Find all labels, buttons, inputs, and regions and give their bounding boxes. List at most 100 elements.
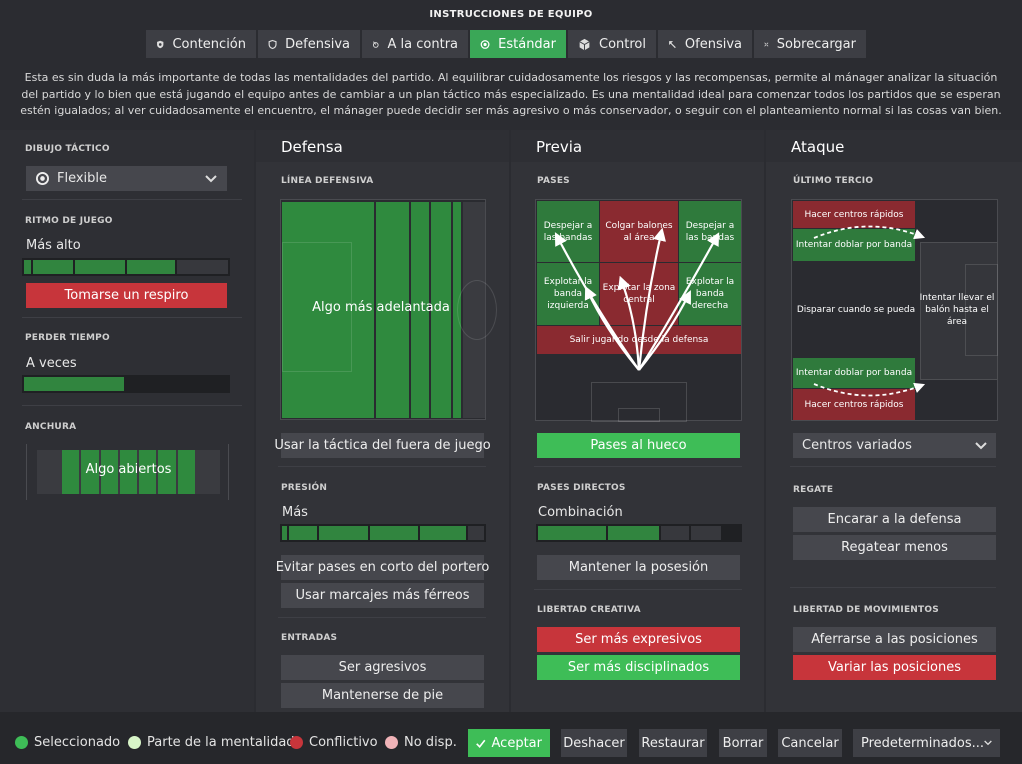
tab-estandar[interactable]: Estándar: [470, 30, 566, 58]
tempo-value: Más alto: [26, 238, 81, 253]
mentality-description: Esta es sin duda la más importante de to…: [20, 71, 1002, 117]
chevron-down-icon: [984, 740, 992, 746]
legend-mentality: Parte de la mentalidad: [128, 735, 295, 750]
accept-label: Aceptar: [491, 735, 542, 751]
tackle-harder-button[interactable]: Ser agresivos: [281, 655, 484, 680]
direct-passing-value: Combinación: [538, 505, 623, 520]
direct-passing-label: PASES DIRECTOS: [537, 483, 626, 493]
attack-heading: Ataque: [766, 130, 1022, 162]
target-icon: [36, 172, 49, 185]
formation-select[interactable]: Flexible: [26, 166, 227, 191]
mentality-tabs: Contención Defensiva A la contra Estánda…: [146, 30, 866, 58]
retain-possession-button[interactable]: Mantener la posesión: [537, 555, 740, 580]
divider: [790, 466, 996, 467]
stay-on-feet-button[interactable]: Mantenerse de pie: [281, 683, 484, 708]
divider: [22, 317, 242, 318]
tempo-label: RITMO DE JUEGO: [25, 216, 113, 226]
offside-trap-button[interactable]: Usar la táctica del fuera de juego: [274, 433, 491, 458]
tab-defensiva[interactable]: Defensiva: [258, 30, 360, 58]
divider: [22, 199, 242, 200]
buildup-heading: Previa: [511, 130, 764, 162]
divider: [790, 587, 996, 588]
width-value: Algo abiertos: [85, 462, 172, 477]
presets-dropdown[interactable]: Predeterminados...: [853, 729, 1000, 757]
tab-a-la-contra[interactable]: A la contra: [362, 30, 468, 58]
legend-label: Seleccionado: [34, 735, 121, 750]
run-at-defence-button[interactable]: Encarar a la defensa: [793, 507, 996, 532]
press-slider[interactable]: [280, 524, 486, 542]
legend-dot: [290, 736, 303, 749]
legend-label: Conflictivo: [309, 735, 378, 750]
shield-icon: [268, 39, 277, 49]
page-title: INSTRUCCIONES DE EQUIPO: [429, 9, 593, 20]
legend-unavailable: No disp.: [385, 735, 457, 750]
formation-label: DIBUJO TÁCTICO: [25, 144, 110, 154]
legend-label: Parte de la mentalidad: [147, 735, 295, 750]
tab-label: Contención: [172, 36, 246, 52]
tab-control[interactable]: Control: [568, 30, 656, 58]
timewasting-slider[interactable]: [22, 375, 230, 393]
timewasting-label: PERDER TIEMPO: [25, 333, 110, 343]
passes-label: PASES: [537, 176, 570, 186]
passing-pitch[interactable]: Despejar a las bandas Colgar balones al …: [535, 199, 742, 422]
legend-dot: [385, 736, 398, 749]
tab-label: Ofensiva: [684, 36, 742, 52]
tab-contencion[interactable]: Contención: [146, 30, 256, 58]
final-third-pitch[interactable]: Hacer centros rápidos Intentar doblar po…: [791, 199, 998, 421]
crossing-select[interactable]: Centros variados: [793, 433, 996, 458]
chevron-down-icon: [975, 441, 987, 449]
legend-dot: [128, 736, 141, 749]
hold-positions-button[interactable]: Aferrarse a las posiciones: [793, 627, 996, 652]
tab-label: Defensiva: [285, 36, 350, 52]
divider: [278, 466, 486, 467]
defense-heading: Defensa: [256, 130, 509, 162]
undo-button[interactable]: Deshacer: [561, 729, 627, 757]
tempo-slider[interactable]: [22, 258, 230, 276]
tab-ofensiva[interactable]: Ofensiva: [658, 30, 752, 58]
passing-arrows: [554, 227, 720, 371]
accept-button[interactable]: Aceptar: [468, 729, 550, 757]
overload-icon: [764, 41, 769, 47]
dribble-less-button[interactable]: Regatear menos: [793, 535, 996, 560]
defensive-line-label: LÍNEA DEFENSIVA: [281, 176, 374, 186]
divider: [534, 466, 742, 467]
press-label: PRESIÓN: [281, 483, 328, 493]
width-label: ANCHURA: [25, 422, 77, 432]
tempo-button[interactable]: Tomarse un respiro: [26, 283, 227, 308]
be-disciplined-button[interactable]: Ser más disciplinados: [537, 655, 740, 680]
divider: [278, 617, 486, 618]
direct-passing-slider[interactable]: [536, 524, 742, 542]
dribbling-label: REGATE: [793, 485, 834, 495]
tab-sobrecargar[interactable]: Sobrecargar: [754, 30, 866, 58]
tab-label: Estándar: [498, 36, 556, 52]
restore-button[interactable]: Restaurar: [639, 729, 707, 757]
formation-value: Flexible: [57, 171, 108, 186]
roam-positions-button[interactable]: Variar las posiciones: [793, 655, 996, 680]
through-balls-button[interactable]: Pases al hueco: [537, 433, 740, 458]
tackling-label: ENTRADAS: [281, 633, 338, 643]
chevron-down-icon: [205, 174, 217, 182]
press-value: Más: [282, 505, 308, 520]
attack-arrow-icon: [669, 40, 676, 48]
cancel-button[interactable]: Cancelar: [778, 729, 842, 757]
defensive-line-value: Algo más adelantada: [312, 300, 450, 315]
delete-button[interactable]: Borrar: [719, 729, 767, 757]
divider: [22, 405, 242, 406]
shield-lock-icon: [157, 40, 164, 48]
tight-marking-button[interactable]: Usar marcajes más férreos: [281, 583, 484, 608]
be-expressive-button[interactable]: Ser más expresivos: [537, 627, 740, 652]
legend-selected: Seleccionado: [15, 735, 120, 750]
check-icon: [476, 739, 486, 748]
timewasting-value: A veces: [26, 356, 77, 371]
goalkeeper-short-button[interactable]: Evitar pases en corto del portero: [276, 555, 489, 580]
legend-conflict: Conflictivo: [290, 735, 378, 750]
crossing-value: Centros variados: [802, 438, 912, 453]
width-pitch[interactable]: Algo abiertos: [26, 444, 229, 500]
legend-dot: [15, 736, 28, 749]
overlap-arrows: [813, 225, 926, 397]
final-third-label: ÚLTIMO TERCIO: [793, 176, 874, 186]
tab-label: Sobrecargar: [776, 36, 856, 52]
balanced-icon: [480, 39, 490, 49]
defensive-line-pitch[interactable]: Algo más adelantada: [280, 199, 497, 420]
movement-label: LIBERTAD DE MOVIMIENTOS: [793, 605, 939, 615]
